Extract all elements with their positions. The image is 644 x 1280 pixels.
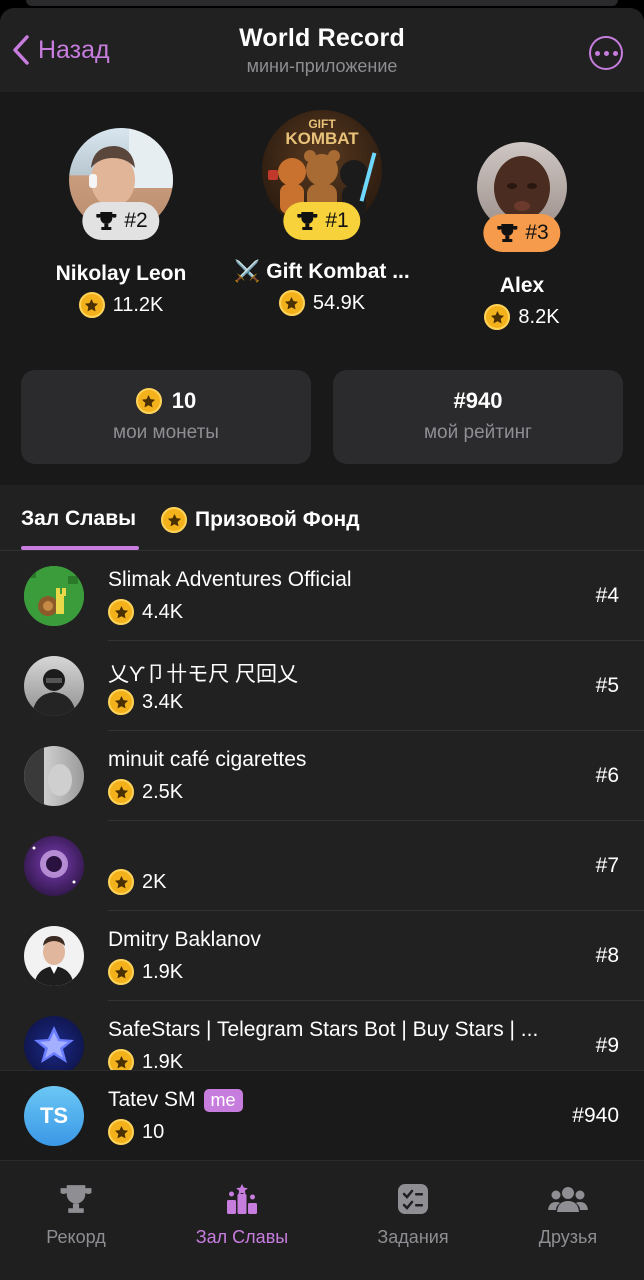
friends-icon: [548, 1187, 588, 1212]
coin-icon: [108, 869, 134, 895]
podium-name: Nikolay Leon: [55, 262, 187, 285]
my-coins-label: мои монеты: [113, 422, 219, 443]
podium-score: 54.9K: [212, 290, 432, 316]
nav-friends[interactable]: Друзья: [498, 1179, 638, 1248]
checklist-icon: [398, 1184, 428, 1214]
avatar: [24, 746, 84, 806]
list-item-rank: #4: [595, 584, 619, 607]
tab-hall-of-fame[interactable]: Зал Славы: [21, 507, 136, 531]
podium-icon: [227, 1184, 257, 1214]
rank-badge: #2: [82, 202, 160, 240]
list-item-score: 2.5K: [108, 779, 183, 805]
me-badge: me: [203, 1088, 243, 1112]
trophy-icon: [60, 1185, 92, 1213]
list-item-score: 2K: [108, 869, 166, 895]
coin-icon: [135, 388, 162, 414]
list-item-score: 1.9K: [108, 959, 183, 985]
list-item-score: 4.4K: [108, 599, 183, 625]
status-bar-edge: [26, 0, 618, 6]
list-item[interactable]: 2K #7: [0, 821, 644, 911]
list-item[interactable]: Slimak Adventures Official 4.4K #4: [0, 551, 644, 641]
nav-tasks[interactable]: Задания: [343, 1179, 483, 1248]
podium-score: 11.2K: [21, 292, 221, 318]
list-item-name: SafeStars | Telegram Stars Bot | Buy Sta…: [108, 1018, 539, 1041]
avatar: [24, 836, 84, 896]
app-header: Назад World Record мини-приложение: [0, 8, 644, 92]
app-title: World Record: [239, 24, 405, 52]
coin-icon: [161, 507, 187, 533]
my-score: 10: [108, 1119, 164, 1145]
my-name: Tatev SM me: [108, 1088, 243, 1112]
list-item-name: 乂Ƴ卩卄モ尺 尺回乂: [108, 663, 299, 686]
more-options-button[interactable]: [589, 36, 623, 70]
podium-second[interactable]: #2 Nikolay Leon 11.2K: [21, 128, 221, 318]
coin-icon: [108, 1119, 134, 1145]
trophy-icon: [497, 224, 518, 242]
list-item-rank: #6: [595, 764, 619, 787]
coin-icon: [108, 959, 134, 985]
podium-name: Alex: [499, 274, 545, 297]
tab-prize-fund[interactable]: Призовой Фонд: [161, 507, 360, 533]
coin-icon: [108, 599, 134, 625]
list-item[interactable]: minuit café cigarettes 2.5K #6: [0, 731, 644, 821]
trophy-icon: [96, 212, 117, 230]
my-rank: #940: [572, 1104, 619, 1127]
rank-badge: #3: [483, 214, 561, 252]
tab-bar: Зал Славы Призовой Фонд: [0, 485, 644, 551]
list-item-score: 3.4K: [108, 689, 183, 715]
list-item-rank: #5: [595, 674, 619, 697]
active-tab-indicator: [21, 546, 139, 550]
list-item-name: Slimak Adventures Official: [108, 568, 352, 591]
bottom-navigation: Рекорд Зал Славы Задания Друзья: [0, 1160, 644, 1280]
list-item-rank: #7: [595, 854, 619, 877]
list-item-rank: #8: [595, 944, 619, 967]
list-item-name: minuit café cigarettes: [108, 748, 307, 771]
avatar: TS: [24, 1086, 84, 1146]
coin-icon: [484, 304, 511, 330]
my-rating-label: мой рейтинг: [423, 422, 532, 443]
my-coins-card: 10 мои монеты: [21, 370, 311, 464]
my-rank-row[interactable]: TS Tatev SM me 10 #940: [0, 1070, 644, 1160]
podium-score: 8.2K: [432, 304, 612, 330]
svg-text:KOMBAT: KOMBAT: [285, 129, 359, 148]
coin-icon: [108, 689, 134, 715]
podium-third[interactable]: #3 Alex 8.2K: [432, 142, 612, 330]
my-rating-card: #940 мой рейтинг: [333, 370, 623, 464]
coin-icon: [108, 779, 134, 805]
leaders-section: #2 Nikolay Leon 11.2K GIFT KOMBAT #1 ⚔️ …: [0, 92, 644, 485]
avatar: [24, 566, 84, 626]
list-item[interactable]: Dmitry Baklanov 1.9K #8: [0, 911, 644, 1001]
my-rating-value: #940: [453, 388, 503, 413]
leaderboard-list: Зал Славы Призовой Фонд Slimak Adventure…: [0, 485, 644, 1160]
avatar: [24, 926, 84, 986]
podium-name: ⚔️ Gift Kombat ...: [234, 260, 410, 283]
podium-first[interactable]: GIFT KOMBAT #1 ⚔️ Gift Kombat ... 54.9K: [212, 110, 432, 316]
avatar: [24, 1016, 84, 1076]
app-subtitle: мини-приложение: [246, 56, 398, 76]
list-item-rank: #9: [595, 1034, 619, 1057]
list-item[interactable]: 乂Ƴ卩卄モ尺 尺回乂 3.4K #5: [0, 641, 644, 731]
nav-record[interactable]: Рекорд: [6, 1179, 146, 1248]
rank-badge: #1: [283, 202, 361, 240]
trophy-icon: [297, 212, 318, 230]
nav-hall-of-fame[interactable]: Зал Славы: [172, 1179, 312, 1248]
avatar: [24, 656, 84, 716]
list-item-name: Dmitry Baklanov: [108, 928, 261, 951]
coin-icon: [78, 292, 105, 318]
coin-icon: [278, 290, 305, 316]
my-coins-value: 10: [171, 388, 197, 413]
